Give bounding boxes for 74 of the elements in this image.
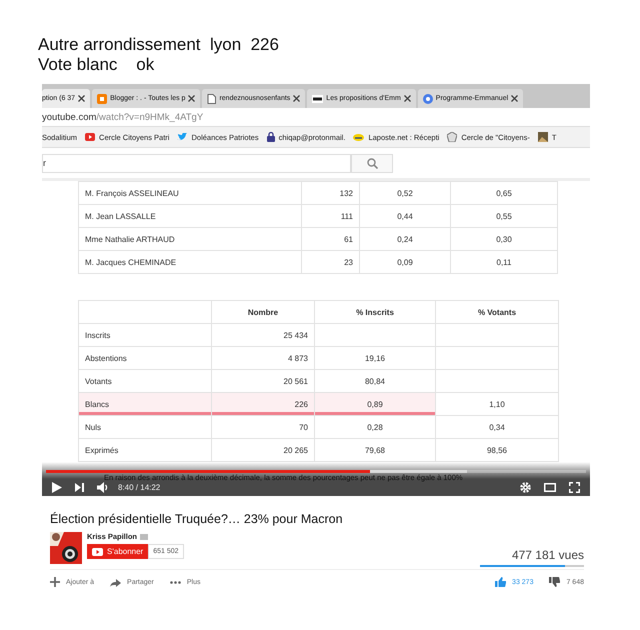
caption-text: Vote blanc ok <box>38 55 156 75</box>
caption-text: Autre arrondissement lyon 226 <box>38 35 280 55</box>
emblem-icon <box>447 132 458 142</box>
close-icon[interactable] <box>404 95 411 102</box>
table-cell: M. Jean LASSALLE <box>78 204 302 228</box>
lock-icon <box>266 132 275 142</box>
settings-icon[interactable] <box>520 482 531 493</box>
share-icon <box>110 578 122 586</box>
progress-bar[interactable] <box>46 470 586 473</box>
table-cell: Mme Nathalie ARTHAUD <box>78 228 302 250</box>
table-cell: 0,52 <box>360 182 450 204</box>
table-cell: Exprimés <box>78 438 212 462</box>
search-button[interactable] <box>351 154 393 172</box>
close-icon[interactable] <box>293 95 300 102</box>
column-header: Nombre <box>212 300 314 324</box>
globe-icon <box>422 94 433 104</box>
close-icon[interactable] <box>188 95 196 102</box>
table-cell: 226 <box>212 392 314 416</box>
thumbs-up-icon <box>495 577 506 587</box>
close-icon[interactable] <box>511 95 518 102</box>
table-cell: 111 <box>302 204 360 228</box>
channel-avatar[interactable] <box>50 532 82 564</box>
time-display: 8:40 / 14:22 <box>118 483 160 492</box>
table-cell: 0,28 <box>314 416 436 438</box>
thumbs-down-icon <box>549 577 560 587</box>
close-icon[interactable] <box>78 95 86 102</box>
table-cell: 4 873 <box>212 346 314 370</box>
table-cell: M. François ASSELINEAU <box>78 182 302 204</box>
ellipse-icon <box>353 134 364 140</box>
table-cell: 0,11 <box>450 250 558 274</box>
table-cell: 19,16 <box>314 346 436 370</box>
search-icon <box>366 158 378 168</box>
table-cell: Blancs <box>78 392 212 416</box>
table-cell: 0,34 <box>436 416 558 438</box>
table-cell: 132 <box>302 182 360 204</box>
table-cell: 25 434 <box>212 324 314 346</box>
more-icon <box>170 580 181 584</box>
table-cell: 0,09 <box>360 250 450 274</box>
page-icon <box>207 94 216 104</box>
table-cell: Nuls <box>78 416 212 438</box>
table-cell: 0,30 <box>450 228 558 250</box>
next-icon[interactable] <box>75 483 84 492</box>
table-cell: 70 <box>212 416 314 438</box>
table-cell: 0,65 <box>450 182 558 204</box>
plus-icon <box>50 577 60 587</box>
table-cell: 61 <box>302 228 360 250</box>
table-cell: Abstentions <box>78 346 212 370</box>
table-cell: 79,68 <box>314 438 436 462</box>
table-cell: 20 265 <box>212 438 314 462</box>
search-field[interactable]: r <box>42 154 351 172</box>
volume-icon[interactable] <box>97 482 109 493</box>
subscribe-button[interactable]: S'abonner <box>87 544 148 559</box>
table-cell: 0,89 <box>314 392 436 416</box>
column-header: % Inscrits <box>314 300 436 324</box>
play-icon <box>92 548 103 556</box>
view-count: 477 181 vues <box>512 548 584 562</box>
table-cell: 0,55 <box>450 204 558 228</box>
play-icon <box>85 133 96 141</box>
image-icon <box>538 132 548 142</box>
table-cell: Inscrits <box>78 324 212 346</box>
table-cell: 23 <box>302 250 360 274</box>
bird-icon <box>177 133 188 141</box>
table-cell: 0,44 <box>360 204 450 228</box>
table-cell: M. Jacques CHEMINADE <box>78 250 302 274</box>
column-header: % Votants <box>436 300 558 324</box>
play-icon[interactable] <box>52 482 62 493</box>
logo-icon <box>312 94 324 102</box>
table-cell: 1,10 <box>436 392 558 416</box>
fullscreen-icon[interactable] <box>569 482 580 493</box>
table-cell: 0,24 <box>360 228 450 250</box>
theater-icon[interactable] <box>544 483 556 492</box>
blogger-icon <box>97 94 108 104</box>
video-title: Élection présidentielle Truquée?… 23% pour Macron <box>50 512 344 526</box>
table-cell: 98,56 <box>436 438 558 462</box>
